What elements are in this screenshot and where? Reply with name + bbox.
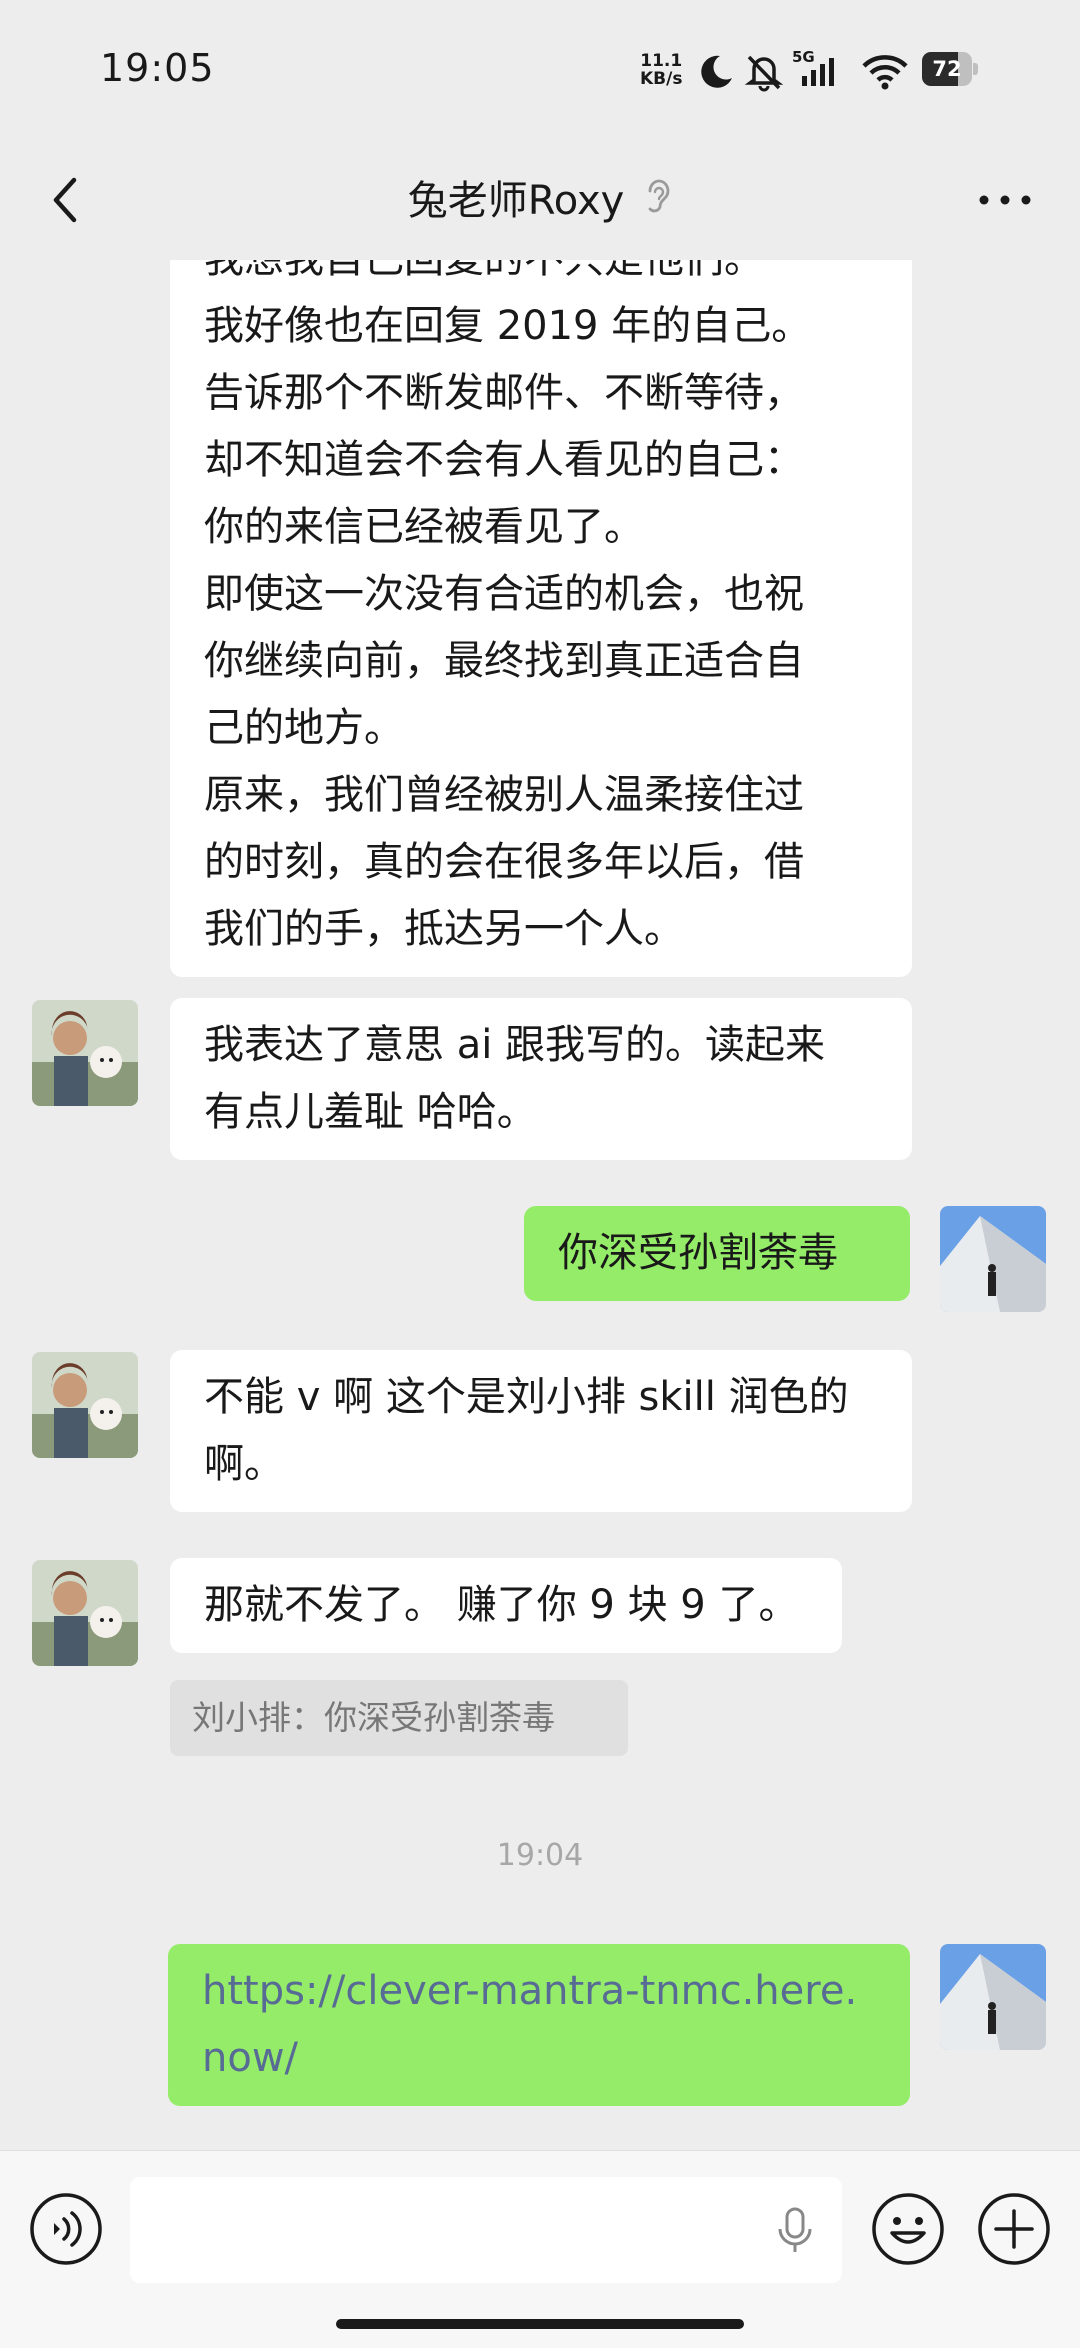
- message-input[interactable]: [130, 2177, 842, 2283]
- net-speed-unit: KB/s: [640, 69, 683, 89]
- message-list[interactable]: 我想我自己回复的不只是他们。 我好像也在回复 2019 年的自己。 告诉那个不断…: [0, 260, 1080, 2150]
- avatar-contact[interactable]: [32, 1000, 138, 1106]
- avatar-photo-woman-dog: [32, 1352, 138, 1458]
- avatar-photo-stairs: [940, 1206, 1046, 1312]
- emoji-icon[interactable]: [870, 2191, 946, 2267]
- avatar-photo-woman-dog: [32, 1560, 138, 1666]
- plus-icon[interactable]: [976, 2191, 1052, 2267]
- signal-icon: [802, 58, 834, 86]
- status-time: 19:05: [100, 46, 215, 90]
- battery-level: 72: [932, 57, 962, 81]
- battery-icon: 72: [922, 52, 978, 86]
- message-bubble-incoming[interactable]: 我表达了意思 ai 跟我写的。读起来 有点儿羞耻 哈哈。: [170, 998, 912, 1160]
- chat-title-area[interactable]: 兔老师Roxy: [0, 168, 1080, 226]
- message-timestamp: 19:04: [496, 1838, 584, 1873]
- more-dots-icon[interactable]: [970, 170, 1040, 230]
- quoted-message[interactable]: 刘小排：你深受孙割荼毒: [170, 1680, 628, 1756]
- wifi-icon: [862, 55, 908, 90]
- chat-title: 兔老师Roxy: [407, 178, 625, 224]
- moon-icon: [701, 55, 732, 88]
- status-bar: 19:05 11.1 KB/s 5G 72: [0, 0, 1080, 140]
- avatar-contact[interactable]: [32, 1560, 138, 1666]
- avatar-contact[interactable]: [32, 1352, 138, 1458]
- message-bubble-incoming[interactable]: 不能 v 啊 这个是刘小排 skill 润色的 啊。: [170, 1350, 912, 1512]
- chat-header: 兔老师Roxy: [0, 140, 1080, 260]
- avatar-self[interactable]: [940, 1206, 1046, 1312]
- avatar-photo-stairs: [940, 1944, 1046, 2050]
- message-bubble-outgoing-link[interactable]: https://clever-mantra-tnmc.here. now/: [168, 1944, 910, 2106]
- message-bubble-incoming[interactable]: 那就不发了。 赚了你 9 块 9 了。: [170, 1558, 842, 1653]
- mic-icon[interactable]: [770, 2205, 820, 2255]
- voice-icon[interactable]: [28, 2191, 104, 2267]
- avatar-photo-woman-dog: [32, 1000, 138, 1106]
- net-speed-value: 11.1: [640, 51, 683, 71]
- ear-icon: [648, 179, 670, 213]
- home-indicator[interactable]: [336, 2319, 744, 2329]
- net-speed: 11.1 KB/s: [640, 52, 682, 88]
- message-bubble-outgoing[interactable]: 你深受孙割荼毒: [524, 1206, 910, 1301]
- message-bubble-incoming[interactable]: 我想我自己回复的不只是他们。 我好像也在回复 2019 年的自己。 告诉那个不断…: [170, 260, 912, 977]
- bell-muted-icon: [744, 55, 784, 92]
- avatar-self[interactable]: [940, 1944, 1046, 2050]
